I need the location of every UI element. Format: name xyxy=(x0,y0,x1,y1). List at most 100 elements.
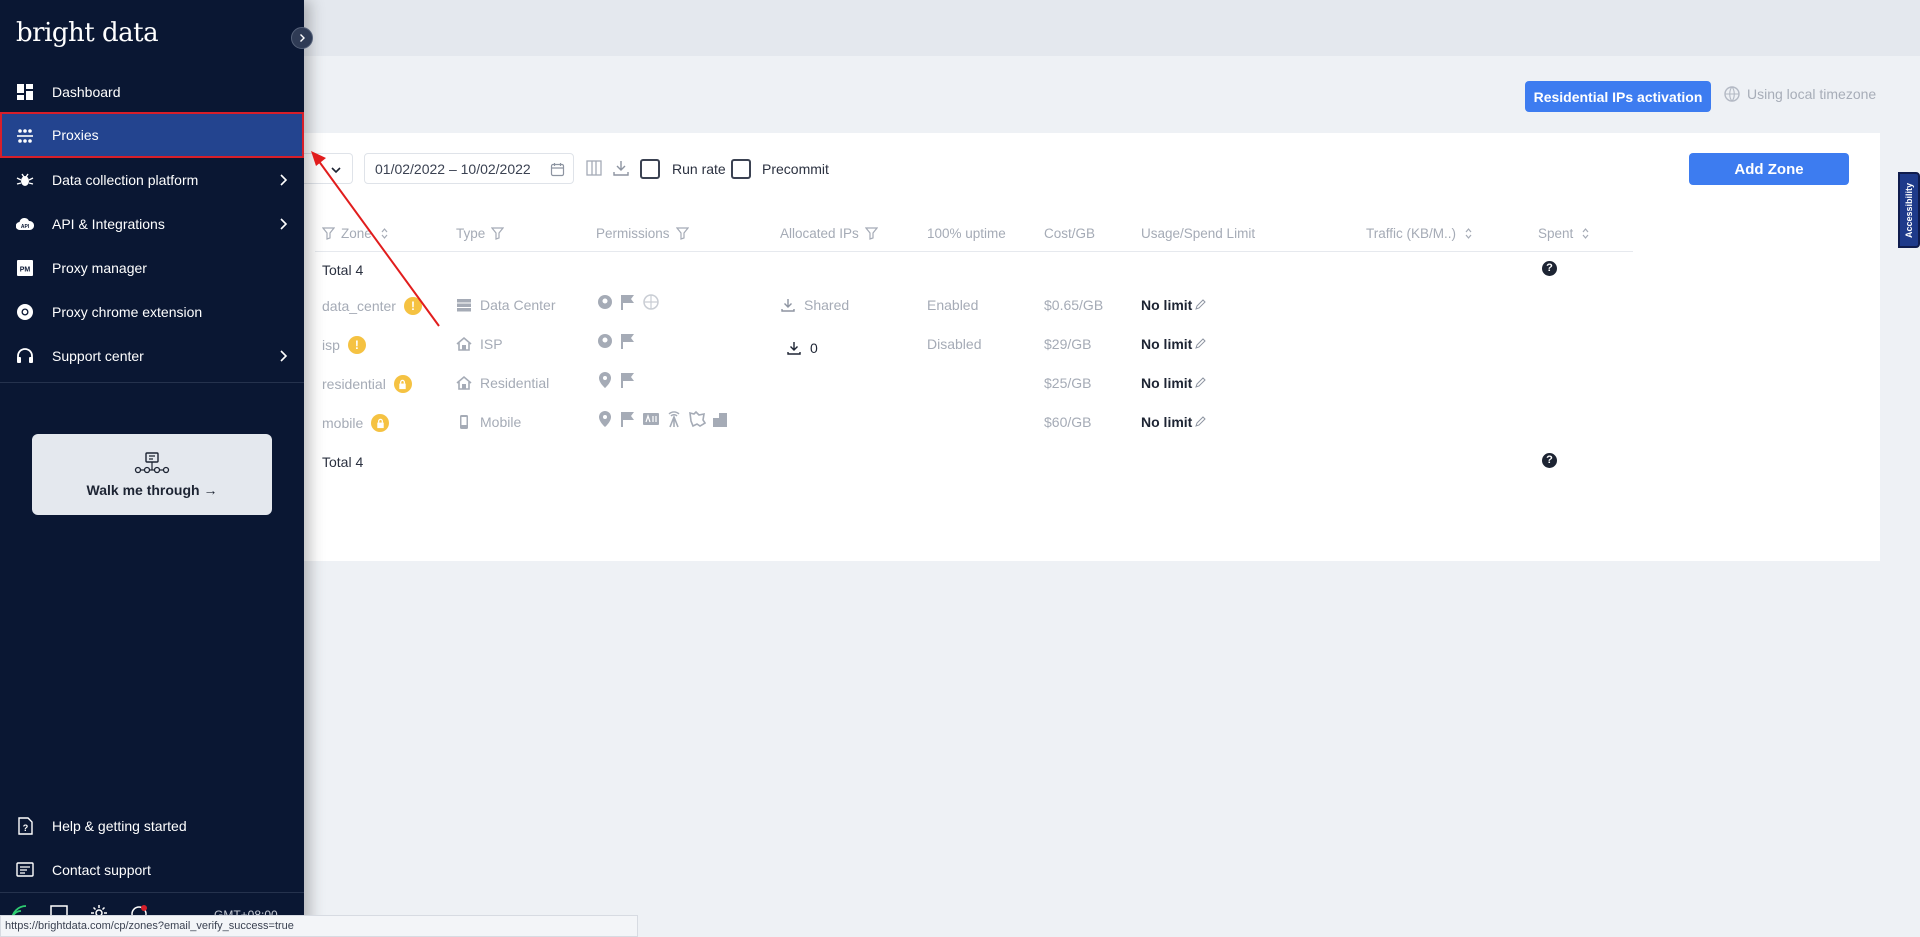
filter-icon xyxy=(864,227,878,240)
api-cloud-icon: API xyxy=(16,217,34,231)
type-label: ISP xyxy=(480,336,503,352)
filter-icon xyxy=(675,227,689,240)
location-icon xyxy=(598,334,612,348)
accessibility-tab[interactable]: Accessibility xyxy=(1898,172,1920,248)
sidebar: bright data Dashboard Proxies Data colle… xyxy=(0,0,313,937)
date-range-picker[interactable]: 01/02/2022 – 10/02/2022 xyxy=(364,153,574,184)
location-icon xyxy=(598,295,612,309)
warning-shield-icon: ! xyxy=(403,297,422,315)
sidebar-item-label: Data collection platform xyxy=(52,172,199,188)
residential-ips-activation-button[interactable]: Residential IPs activation xyxy=(1525,81,1711,112)
state-map-icon xyxy=(689,410,706,428)
home-icon xyxy=(456,375,472,390)
column-header-traffic[interactable]: Traffic (KB/M..) xyxy=(1366,226,1475,241)
uptime-value: Disabled xyxy=(927,336,982,352)
warning-shield-icon: ! xyxy=(347,336,366,354)
type-label: Mobile xyxy=(480,414,522,430)
edit-pencil-icon xyxy=(1195,416,1207,427)
collapse-sidebar-button[interactable] xyxy=(291,27,313,49)
sort-icon xyxy=(1582,228,1589,239)
table-row-zone[interactable]: data_center ! xyxy=(322,297,422,315)
cost-value: $0.65/GB xyxy=(1044,297,1104,313)
svg-text:?: ? xyxy=(23,823,29,833)
sidebar-bottom-divider xyxy=(0,892,304,893)
walk-me-through-button[interactable]: Walk me through → xyxy=(32,434,272,515)
zone-name: data_center xyxy=(322,298,396,314)
run-rate-label: Run rate xyxy=(672,161,726,177)
sidebar-item-label: Contact support xyxy=(52,862,151,878)
limit-value: No limit xyxy=(1141,297,1193,313)
permissions-icons xyxy=(596,371,637,389)
sidebar-item-data-collection[interactable]: Data collection platform xyxy=(0,158,304,202)
bug-icon xyxy=(16,173,34,186)
sidebar-item-help[interactable]: ? Help & getting started xyxy=(0,804,304,848)
download-icon xyxy=(781,299,795,312)
table-row-type: Data Center xyxy=(456,297,555,313)
cost-value: $25/GB xyxy=(1044,375,1092,391)
column-header-permissions[interactable]: Permissions xyxy=(596,226,689,241)
sidebar-item-contact-support[interactable]: Contact support xyxy=(0,848,304,892)
column-header-type[interactable]: Type xyxy=(456,226,505,241)
help-icon[interactable]: ? xyxy=(1542,453,1557,468)
allocated-ips[interactable]: 0 xyxy=(786,340,818,356)
help-icon[interactable]: ? xyxy=(1542,261,1557,276)
edit-pencil-icon xyxy=(1195,377,1207,388)
run-rate-checkbox[interactable] xyxy=(640,159,660,179)
table-row-zone[interactable]: isp ! xyxy=(322,336,366,354)
timezone-label: Using local timezone xyxy=(1747,86,1877,102)
browser-status-url: https://brightdata.com/cp/zones?email_ve… xyxy=(0,915,638,937)
column-header-spent[interactable]: Spent xyxy=(1538,226,1592,241)
sidebar-item-dashboard[interactable]: Dashboard xyxy=(0,70,304,114)
precommit-checkbox[interactable] xyxy=(731,159,751,179)
download-icon[interactable] xyxy=(612,159,630,177)
allocated-ips[interactable]: Shared xyxy=(780,297,849,313)
table-row-zone[interactable]: mobile xyxy=(322,414,390,432)
sidebar-item-proxies[interactable]: Proxies xyxy=(0,112,304,158)
chevron-right-icon xyxy=(300,34,305,42)
usage-limit[interactable]: No limit xyxy=(1141,297,1207,313)
usage-limit[interactable]: No limit xyxy=(1141,414,1207,430)
city-icon xyxy=(713,413,727,427)
sidebar-item-chrome-extension[interactable]: Proxy chrome extension xyxy=(0,290,304,334)
calendar-icon xyxy=(550,163,565,177)
table-row-zone[interactable]: residential xyxy=(322,375,412,393)
chevron-right-icon xyxy=(280,350,288,362)
mobile-phone-icon xyxy=(460,415,468,429)
sidebar-item-label: Dashboard xyxy=(52,84,121,100)
sidebar-item-proxy-manager[interactable]: PM Proxy manager xyxy=(0,246,304,290)
column-label: Type xyxy=(456,226,486,241)
limit-value: No limit xyxy=(1141,414,1193,430)
limit-value: No limit xyxy=(1141,336,1193,352)
chevron-down-icon xyxy=(331,167,341,174)
proxy-manager-icon: PM xyxy=(17,260,33,276)
add-zone-button[interactable]: Add Zone xyxy=(1689,153,1849,185)
sidebar-item-support-center[interactable]: Support center xyxy=(0,334,304,378)
usage-limit[interactable]: No limit xyxy=(1141,336,1207,352)
sort-icon xyxy=(381,228,388,239)
header-divider xyxy=(315,251,1633,252)
limit-value: No limit xyxy=(1141,375,1193,391)
allocated-value: 0 xyxy=(810,340,818,356)
flag-icon xyxy=(621,412,634,427)
help-page-icon: ? xyxy=(18,817,33,835)
bright-data-logo[interactable]: bright data xyxy=(16,18,159,48)
type-label: Data Center xyxy=(480,297,556,313)
column-header-cost: Cost/GB xyxy=(1044,226,1096,241)
zone-name: mobile xyxy=(322,415,364,431)
sidebar-item-api-integrations[interactable]: API API & Integrations xyxy=(0,202,304,246)
sidebar-item-label: Proxy manager xyxy=(52,260,147,276)
column-header-allocated-ips[interactable]: Allocated IPs xyxy=(780,226,878,241)
usage-limit[interactable]: No limit xyxy=(1141,375,1207,391)
cost-value: $29/GB xyxy=(1044,336,1092,352)
sidebar-item-label: Help & getting started xyxy=(52,818,187,834)
sidebar-item-label: API & Integrations xyxy=(52,216,165,232)
svg-text:API: API xyxy=(21,224,30,230)
timezone-toggle[interactable]: Using local timezone xyxy=(1723,85,1876,103)
location-icon xyxy=(599,411,611,427)
sidebar-item-label: Support center xyxy=(52,348,144,364)
columns-icon[interactable] xyxy=(585,159,603,177)
column-header-zone[interactable]: Zone xyxy=(322,226,391,241)
walkthrough-icon xyxy=(134,451,170,473)
server-icon xyxy=(457,299,471,312)
column-label: Allocated IPs xyxy=(780,226,859,241)
